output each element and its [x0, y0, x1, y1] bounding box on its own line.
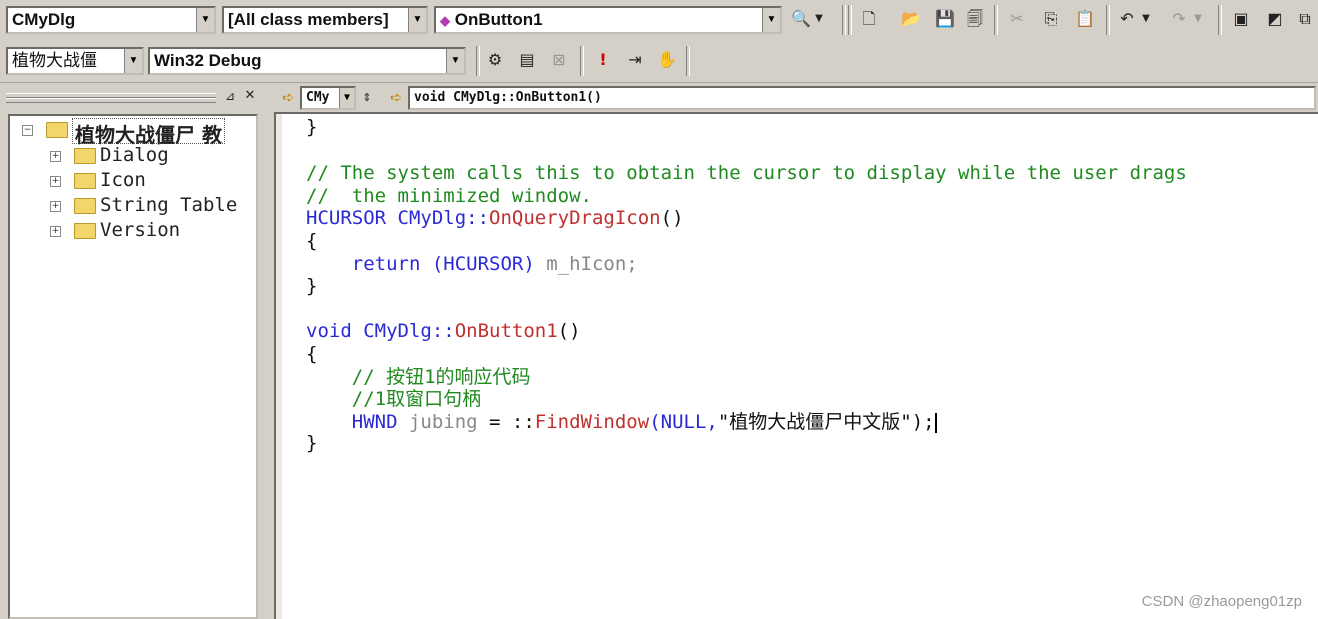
- code-line: }: [306, 432, 318, 454]
- tree-item-icon[interactable]: Icon: [100, 168, 146, 192]
- code-line: // the minimized window.: [306, 185, 592, 207]
- text-caret: [934, 412, 937, 433]
- dropdown-arrow-icon[interactable]: ▼: [1192, 6, 1204, 32]
- open-folder-icon[interactable]: 📂: [898, 6, 924, 32]
- expand-icon[interactable]: +: [50, 151, 61, 162]
- code-line: }: [306, 116, 318, 138]
- panel-grip[interactable]: ⊿ ✕: [0, 88, 262, 106]
- class-mini-combo[interactable]: CMy ▼: [300, 86, 356, 110]
- filter-combo[interactable]: [All class members] ▼: [222, 6, 428, 34]
- toolbar-separator: [1218, 5, 1222, 35]
- code-line: // The system calls this to obtain the c…: [306, 162, 1187, 184]
- breakpoint-hand-icon[interactable]: ✋: [654, 47, 680, 73]
- class-combo-value: CMyDlg: [12, 10, 76, 29]
- toolbar-build: 植物大战僵 ▼ Win32 Debug ▼ ⚙ ▤ ⊠ ! ⇥ ✋: [0, 40, 1318, 83]
- folder-open-icon: [46, 122, 68, 138]
- chevron-down-icon[interactable]: ▼: [762, 8, 780, 32]
- new-file-icon[interactable]: 🗋: [856, 6, 882, 32]
- filter-combo-value: [All class members]: [228, 10, 389, 29]
- dropdown-arrow-icon[interactable]: ▼: [812, 6, 826, 32]
- tree-item-version[interactable]: Version: [100, 218, 180, 242]
- member-combo[interactable]: ◆ OnButton1 ▼: [434, 6, 782, 34]
- project-combo-value: 植物大战僵: [12, 51, 97, 70]
- code-line: //1取窗口句柄: [306, 388, 482, 410]
- save-icon[interactable]: 💾: [932, 6, 958, 32]
- folder-icon: [74, 148, 96, 164]
- tree-item-label: Icon: [100, 169, 146, 191]
- tree-item-dialog[interactable]: Dialog: [100, 143, 169, 167]
- save-all-icon[interactable]: 🗐: [962, 6, 988, 32]
- folder-icon: [74, 173, 96, 189]
- chevron-down-icon[interactable]: ▼: [446, 49, 464, 73]
- paste-icon[interactable]: 📋: [1072, 6, 1098, 32]
- toolbar-separator: [580, 46, 584, 76]
- tree-item-label: Version: [100, 219, 181, 241]
- copy-icon[interactable]: ⎘: [1038, 6, 1064, 32]
- stop-build-icon[interactable]: ⊠: [546, 47, 572, 73]
- editor-gutter: [276, 114, 282, 619]
- toolbar-separator: [476, 46, 480, 76]
- collapse-icon[interactable]: −: [22, 125, 33, 136]
- expand-icon[interactable]: +: [50, 226, 61, 237]
- method-icon: ◆: [440, 13, 450, 28]
- code-line: HWND jubing = ::FindWindow(NULL,"植物大战僵尸中…: [306, 411, 937, 433]
- code-line: {: [306, 343, 318, 365]
- code-line: HCURSOR CMyDlg::OnQueryDragIcon(): [306, 207, 684, 229]
- redo-icon[interactable]: ↷: [1166, 6, 1192, 32]
- folder-icon: [74, 198, 96, 214]
- folder-icon: [74, 223, 96, 239]
- expand-icon[interactable]: +: [50, 201, 61, 212]
- class-mini-value: CMy: [306, 90, 330, 105]
- cut-icon[interactable]: ✂: [1004, 6, 1030, 32]
- close-icon[interactable]: ✕: [242, 83, 258, 109]
- watermark: CSDN @zhaopeng01zp: [1141, 593, 1302, 610]
- chevron-down-icon[interactable]: ▼: [196, 8, 214, 32]
- workspace-panel: ⊿ ✕ − 植物大战僵尸 教 + Dialog + Icon + String …: [0, 84, 266, 619]
- tree-root[interactable]: 植物大战僵尸 教: [72, 118, 225, 147]
- tree-item-string-table[interactable]: String Table: [100, 193, 237, 217]
- arrow-right-icon[interactable]: ➪: [278, 85, 298, 111]
- maximize-icon[interactable]: ⊿: [222, 83, 238, 109]
- dropdown-arrow-icon[interactable]: ▼: [1140, 6, 1152, 32]
- code-editor[interactable]: } // The system calls this to obtain the…: [274, 112, 1318, 619]
- workspace-icon[interactable]: ▣: [1228, 6, 1254, 32]
- code-line: }: [306, 275, 318, 297]
- class-combo[interactable]: CMyDlg ▼: [6, 6, 216, 34]
- signature-field[interactable]: void CMyDlg::OnButton1(): [408, 86, 1316, 110]
- chevron-down-icon[interactable]: ▼: [408, 8, 426, 32]
- execute-icon[interactable]: !: [590, 47, 616, 73]
- windows-icon[interactable]: ⧉: [1292, 6, 1318, 32]
- signature-value: void CMyDlg::OnButton1(): [414, 90, 602, 105]
- config-combo[interactable]: Win32 Debug ▼: [148, 47, 466, 75]
- chevron-down-icon[interactable]: ▼: [339, 88, 354, 108]
- tree-item-label: String Table: [100, 194, 238, 216]
- code-line: {: [306, 230, 318, 252]
- arrow-right-icon[interactable]: ➪: [386, 85, 406, 111]
- code-line: return (HCURSOR) m_hIcon;: [306, 253, 638, 275]
- chevron-down-icon[interactable]: ▼: [124, 49, 142, 73]
- toolbar-separator: [842, 5, 846, 35]
- code-line: void CMyDlg::OnButton1(): [306, 320, 581, 342]
- editor-navigation-bar: ➪ CMy ▼ ⇕ ➪ void CMyDlg::OnButton1(): [274, 84, 1318, 112]
- tree-item-label: Dialog: [100, 144, 169, 166]
- toolbar-separator: [1106, 5, 1110, 35]
- wizard-actions-icon[interactable]: 🔍: [788, 6, 814, 32]
- undo-icon[interactable]: ↶: [1114, 6, 1140, 32]
- toolbar-separator: [994, 5, 998, 35]
- output-icon[interactable]: ◩: [1262, 6, 1288, 32]
- toolbar-separator: [848, 5, 852, 35]
- code-line: // 按钮1的响应代码: [306, 366, 531, 388]
- go-icon[interactable]: ⇥: [622, 47, 648, 73]
- toolbar-wizardbar: CMyDlg ▼ [All class members] ▼ ◆ OnButto…: [0, 0, 1318, 41]
- resource-tree[interactable]: − 植物大战僵尸 教 + Dialog + Icon + String Tabl…: [8, 114, 258, 619]
- member-combo-value: OnButton1: [454, 10, 543, 29]
- spinner-icon[interactable]: ⇕: [358, 85, 376, 111]
- config-combo-value: Win32 Debug: [154, 51, 262, 70]
- compile-icon[interactable]: ⚙: [482, 47, 508, 73]
- build-icon[interactable]: ▤: [514, 47, 540, 73]
- project-combo[interactable]: 植物大战僵 ▼: [6, 47, 144, 75]
- toolbar-separator: [686, 46, 690, 76]
- expand-icon[interactable]: +: [50, 176, 61, 187]
